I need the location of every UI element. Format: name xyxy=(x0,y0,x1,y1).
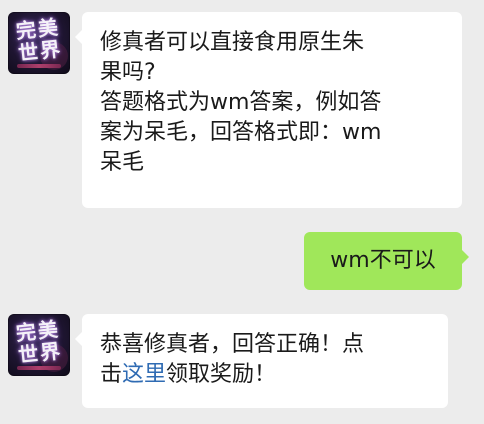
avatar-logo-underline xyxy=(17,366,61,370)
message-text-fragment: 领取奖励！ xyxy=(166,362,277,387)
bot-avatar[interactable]: 完美世界 xyxy=(8,314,70,376)
message-bubble-answer[interactable]: wm不可以 xyxy=(304,232,469,290)
message-bubble-reply[interactable]: 恭喜修真者，回答正确！点 击这里领取奖励！ xyxy=(75,314,448,408)
bot-avatar[interactable]: 完美世界 xyxy=(8,12,70,74)
avatar-logo-text: 完美世界 xyxy=(14,14,64,66)
reward-link[interactable]: 这里 xyxy=(122,362,166,387)
message-text-line: 呆毛 xyxy=(100,150,145,175)
message-text-line: 击这里领取奖励！ xyxy=(100,360,434,390)
message-text-line: 果吗? xyxy=(100,60,156,85)
message-text-line: 案为呆毛，回答格式即：wm xyxy=(100,120,382,145)
message-text-line: 修真者可以直接食用原生朱 xyxy=(100,30,365,55)
message-text-line: 答题格式为wm答案，例如答 xyxy=(100,90,382,115)
avatar-logo-underline xyxy=(17,64,61,68)
message-text: wm不可以 xyxy=(330,248,436,273)
message-text-fragment: 击 xyxy=(100,362,123,387)
avatar-logo-text: 完美世界 xyxy=(14,316,64,368)
message-bubble-question[interactable]: 修真者可以直接食用原生朱 果吗? 答题格式为wm答案，例如答 案为呆毛，回答格式… xyxy=(75,12,462,208)
message-text-line: 恭喜修真者，回答正确！点 xyxy=(100,332,365,357)
